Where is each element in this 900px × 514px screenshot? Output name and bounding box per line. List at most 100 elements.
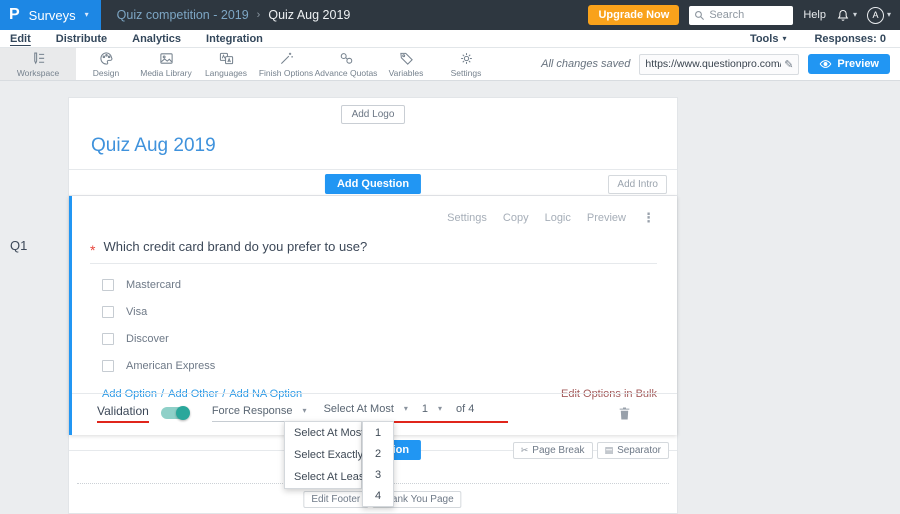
survey-card: Add Logo Quiz Aug 2019 Add Question Add … [68, 97, 678, 514]
notifications-menu[interactable]: ▾ [836, 8, 857, 23]
toolbar-item-label: Workspace [16, 67, 60, 78]
add-logo-button[interactable]: Add Logo [340, 105, 406, 124]
force-response-value: Force Response [211, 404, 293, 417]
validation-count-dropdown: 1 2 3 4 [362, 421, 394, 507]
toolbar-item-label: Design [92, 67, 120, 78]
option-checkbox[interactable] [102, 360, 114, 372]
add-question-button[interactable]: Add Question [324, 174, 422, 194]
share-url-box[interactable]: ✎ [639, 53, 800, 75]
preview-label: Preview [837, 58, 879, 70]
tools-label: Tools [749, 32, 779, 45]
eye-icon [820, 60, 832, 68]
toolbar-item-label: Media Library [140, 67, 192, 78]
toolbar-item-label: Languages [204, 67, 248, 78]
toolbar-item-workspace[interactable]: Workspace [0, 48, 76, 80]
option-label[interactable]: Visa [126, 306, 147, 318]
option-label[interactable]: Mastercard [126, 279, 181, 291]
more-options-icon[interactable]: ⋮ [642, 210, 655, 226]
quota-links-icon [340, 52, 352, 64]
edit-url-icon[interactable]: ✎ [784, 58, 793, 71]
validation-label: Validation [97, 404, 149, 423]
validation-count-select[interactable]: 1 ▾ [422, 403, 442, 415]
breadcrumb-separator-icon: › [256, 9, 261, 21]
survey-header: Add Logo Quiz Aug 2019 [69, 98, 677, 170]
dropdown-item-select-at-most[interactable]: Select At Most [285, 422, 364, 444]
toolbar-item-settings[interactable]: Settings [436, 48, 496, 80]
footer-right-buttons: ✂ Page Break ▤ Separator [512, 442, 669, 459]
chevron-down-icon: ▾ [886, 10, 891, 19]
option-checkbox[interactable] [102, 279, 114, 291]
tab-edit[interactable]: Edit [10, 33, 31, 45]
chevron-down-icon: ▾ [852, 10, 857, 19]
add-intro-button[interactable]: Add Intro [608, 175, 667, 194]
toolbar-item-advance-quotas[interactable]: Advance Quotas [314, 48, 378, 80]
delete-question-icon[interactable] [618, 406, 631, 421]
toolbar-item-media-library[interactable]: Media Library [136, 48, 196, 80]
question-copy-link[interactable]: Copy [503, 212, 529, 224]
tag-icon [399, 52, 413, 65]
dropdown-item-count-3[interactable]: 3 [363, 464, 393, 485]
tab-analytics[interactable]: Analytics [132, 33, 181, 45]
search-box[interactable] [689, 5, 794, 25]
validation-of-label: of 4 [456, 403, 475, 415]
question-block: Settings Copy Logic Preview ⋮ * Which cr… [69, 196, 677, 435]
dropdown-item-select-at-least[interactable]: Select At Least [285, 466, 367, 488]
separator-button[interactable]: ▤ Separator [596, 442, 669, 459]
option-checkbox[interactable] [102, 306, 114, 318]
chevron-down-icon: ▾ [84, 10, 89, 19]
toolbar-item-label: Advance Quotas [314, 67, 378, 78]
account-menu[interactable]: A ▾ [866, 6, 891, 24]
validation-rule-select[interactable]: Select At Most ▾ [324, 403, 408, 415]
tools-menu[interactable]: Tools ▾ [750, 33, 787, 45]
scissors-icon: ✂ [520, 445, 529, 455]
tab-integration[interactable]: Integration [206, 33, 263, 45]
translate-icon [219, 52, 233, 64]
force-response-select[interactable]: Force Response ▾ [211, 404, 307, 422]
topbar-right: Upgrade Now Help ▾ A ▾ [588, 5, 900, 25]
question-text[interactable]: Which credit card brand do you prefer to… [103, 239, 367, 254]
image-icon [159, 52, 173, 64]
preview-button[interactable]: Preview [808, 54, 890, 74]
toolbar-item-finish-options[interactable]: Finish Options [256, 48, 316, 80]
help-link[interactable]: Help [803, 9, 826, 21]
share-url-input[interactable] [645, 58, 782, 70]
page-break-button[interactable]: ✂ Page Break [512, 442, 593, 459]
toolbar-right: All changes saved ✎ Preview [541, 48, 900, 80]
tab-distribute[interactable]: Distribute [56, 33, 107, 45]
dropdown-item-count-2[interactable]: 2 [363, 443, 393, 464]
question-actions: Settings Copy Logic Preview ⋮ [72, 196, 677, 226]
nav-right: Tools ▾ Responses: 0 [750, 33, 890, 45]
dropdown-item-count-1[interactable]: 1 [363, 422, 393, 443]
survey-title[interactable]: Quiz Aug 2019 [91, 135, 677, 157]
surveys-menu[interactable]: P Surveys ▾ [0, 0, 101, 30]
edit-footer-button[interactable]: Edit Footer [303, 491, 369, 508]
question-settings-link[interactable]: Settings [447, 212, 487, 224]
validation-toggle[interactable] [160, 406, 190, 420]
required-marker: * [90, 241, 96, 258]
responses-count[interactable]: Responses: 0 [814, 33, 886, 45]
topbar: P Surveys ▾ Quiz competition - 2019 › Qu… [0, 0, 900, 30]
editor-canvas: Q1 Add Logo Quiz Aug 2019 Add Question A… [0, 97, 900, 514]
bell-icon [837, 9, 849, 21]
option-label[interactable]: Discover [126, 333, 169, 345]
toolbar-item-variables[interactable]: Variables [376, 48, 436, 80]
dropdown-item-select-exactly[interactable]: Select Exactly [285, 444, 363, 466]
toolbar-item-languages[interactable]: Languages [196, 48, 256, 80]
answer-option-row: Discover [102, 333, 677, 345]
option-checkbox[interactable] [102, 333, 114, 345]
option-label[interactable]: American Express [126, 360, 215, 372]
search-input[interactable] [709, 9, 789, 21]
question-preview-link[interactable]: Preview [587, 212, 626, 224]
toolbar-item-design[interactable]: Design [76, 48, 136, 80]
dropdown-item-count-4[interactable]: 4 [363, 485, 393, 506]
questionpro-logo-icon: P [9, 6, 20, 23]
breadcrumb-current: Quiz Aug 2019 [268, 8, 351, 22]
toolbar-item-label: Variables [388, 67, 424, 78]
search-icon [695, 10, 705, 20]
palette-icon [99, 51, 112, 65]
upgrade-now-button[interactable]: Upgrade Now [588, 5, 680, 25]
validation-rule-dropdown: Select At Most Select Exactly Select At … [284, 421, 367, 489]
question-logic-link[interactable]: Logic [545, 212, 571, 224]
validation-count-value: 1 [421, 403, 429, 415]
breadcrumb-parent[interactable]: Quiz competition - 2019 [117, 8, 249, 22]
